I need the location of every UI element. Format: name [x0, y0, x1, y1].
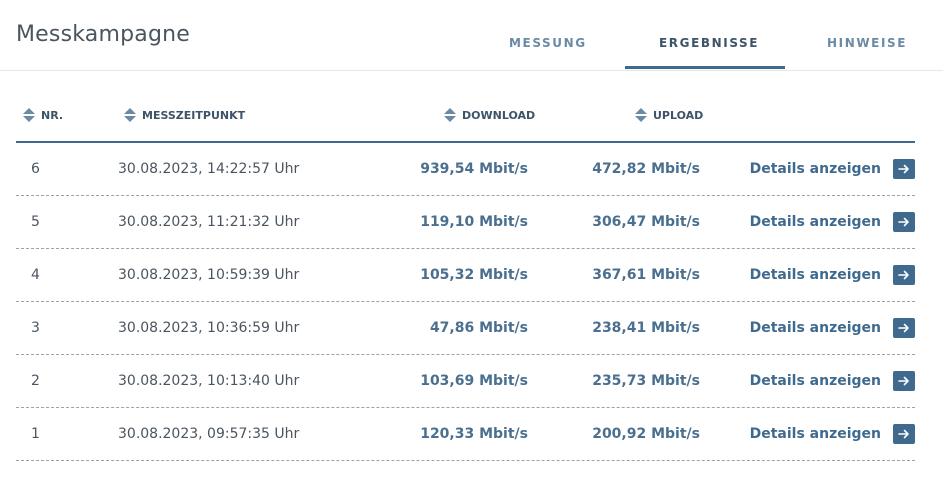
row-number: 2: [31, 373, 40, 389]
table-row: 1 30.08.2023, 09:57:35 Uhr 120,33 Mbit/s 20…: [16, 408, 915, 461]
row-upload: 472,82 Mbit/s: [592, 161, 700, 177]
table-header: NR. MESSZEITPUNKT DOWNLOAD UPLOAD: [16, 96, 915, 143]
row-timestamp: 30.08.2023, 10:59:39 Uhr: [118, 267, 300, 283]
row-timestamp: 30.08.2023, 11:21:32 Uhr: [118, 214, 300, 230]
row-download: 103,69 Mbit/s: [420, 373, 528, 389]
details-link[interactable]: Details anzeigen: [750, 161, 881, 177]
sort-icon: [635, 108, 647, 122]
row-timestamp: 30.08.2023, 10:13:40 Uhr: [118, 373, 300, 389]
column-header-label: NR.: [41, 108, 64, 122]
column-header-nr[interactable]: NR.: [23, 108, 63, 122]
results-table: NR. MESSZEITPUNKT DOWNLOAD UPLOAD 6 30.08…: [16, 96, 915, 461]
row-upload: 306,47 Mbit/s: [592, 214, 700, 230]
arrow-right-icon[interactable]: [893, 424, 915, 444]
arrow-right-icon[interactable]: [893, 212, 915, 232]
active-tab-indicator: [625, 66, 785, 69]
details-link[interactable]: Details anzeigen: [750, 267, 881, 283]
row-download: 47,86 Mbit/s: [429, 320, 528, 336]
row-number: 6: [31, 161, 40, 177]
row-number: 1: [31, 426, 40, 442]
sort-icon: [444, 108, 456, 122]
details-link[interactable]: Details anzeigen: [750, 426, 881, 442]
row-upload: 235,73 Mbit/s: [592, 373, 700, 389]
page-title: Messkampagne: [16, 22, 190, 47]
details-link[interactable]: Details anzeigen: [750, 320, 881, 336]
arrow-right-icon[interactable]: [893, 265, 915, 285]
row-upload: 200,92 Mbit/s: [592, 426, 700, 442]
arrow-right-icon[interactable]: [893, 318, 915, 338]
table-row: 6 30.08.2023, 14:22:57 Uhr 939,54 Mbit/s 47…: [16, 143, 915, 196]
row-number: 3: [31, 320, 40, 336]
table-row: 3 30.08.2023, 10:36:59 Uhr 47,86 Mbit/s 238…: [16, 302, 915, 355]
arrow-right-icon[interactable]: [893, 371, 915, 391]
column-header-messzeitpunkt[interactable]: MESSZEITPUNKT: [124, 108, 245, 122]
column-header-label: MESSZEITPUNKT: [142, 108, 246, 122]
row-download: 105,32 Mbit/s: [420, 267, 528, 283]
details-link[interactable]: Details anzeigen: [750, 214, 881, 230]
row-download: 939,54 Mbit/s: [420, 161, 528, 177]
row-timestamp: 30.08.2023, 10:36:59 Uhr: [118, 320, 300, 336]
table-row: 2 30.08.2023, 10:13:40 Uhr 103,69 Mbit/s 23…: [16, 355, 915, 408]
details-link[interactable]: Details anzeigen: [750, 373, 881, 389]
table-row: 4 30.08.2023, 10:59:39 Uhr 105,32 Mbit/s 36…: [16, 249, 915, 302]
page-header: Messkampagne MESSUNG ERGEBNISSE HINWEISE: [0, 0, 943, 71]
table-row: 5 30.08.2023, 11:21:32 Uhr 119,10 Mbit/s 30…: [16, 196, 915, 249]
sort-icon: [23, 108, 35, 122]
row-timestamp: 30.08.2023, 14:22:57 Uhr: [118, 161, 300, 177]
tab-ergebnisse[interactable]: ERGEBNISSE: [659, 36, 759, 50]
arrow-right-icon[interactable]: [893, 159, 915, 179]
row-timestamp: 30.08.2023, 09:57:35 Uhr: [118, 426, 300, 442]
tab-hinweise[interactable]: HINWEISE: [827, 36, 907, 50]
row-download: 119,10 Mbit/s: [420, 214, 528, 230]
row-download: 120,33 Mbit/s: [420, 426, 528, 442]
row-number: 4: [31, 267, 40, 283]
sort-icon: [124, 108, 136, 122]
column-header-label: DOWNLOAD: [462, 108, 536, 122]
column-header-upload[interactable]: UPLOAD: [635, 108, 703, 122]
tab-messung[interactable]: MESSUNG: [509, 36, 587, 50]
row-upload: 367,61 Mbit/s: [592, 267, 700, 283]
row-upload: 238,41 Mbit/s: [592, 320, 700, 336]
row-number: 5: [31, 214, 40, 230]
column-header-download[interactable]: DOWNLOAD: [444, 108, 535, 122]
column-header-label: UPLOAD: [653, 108, 704, 122]
